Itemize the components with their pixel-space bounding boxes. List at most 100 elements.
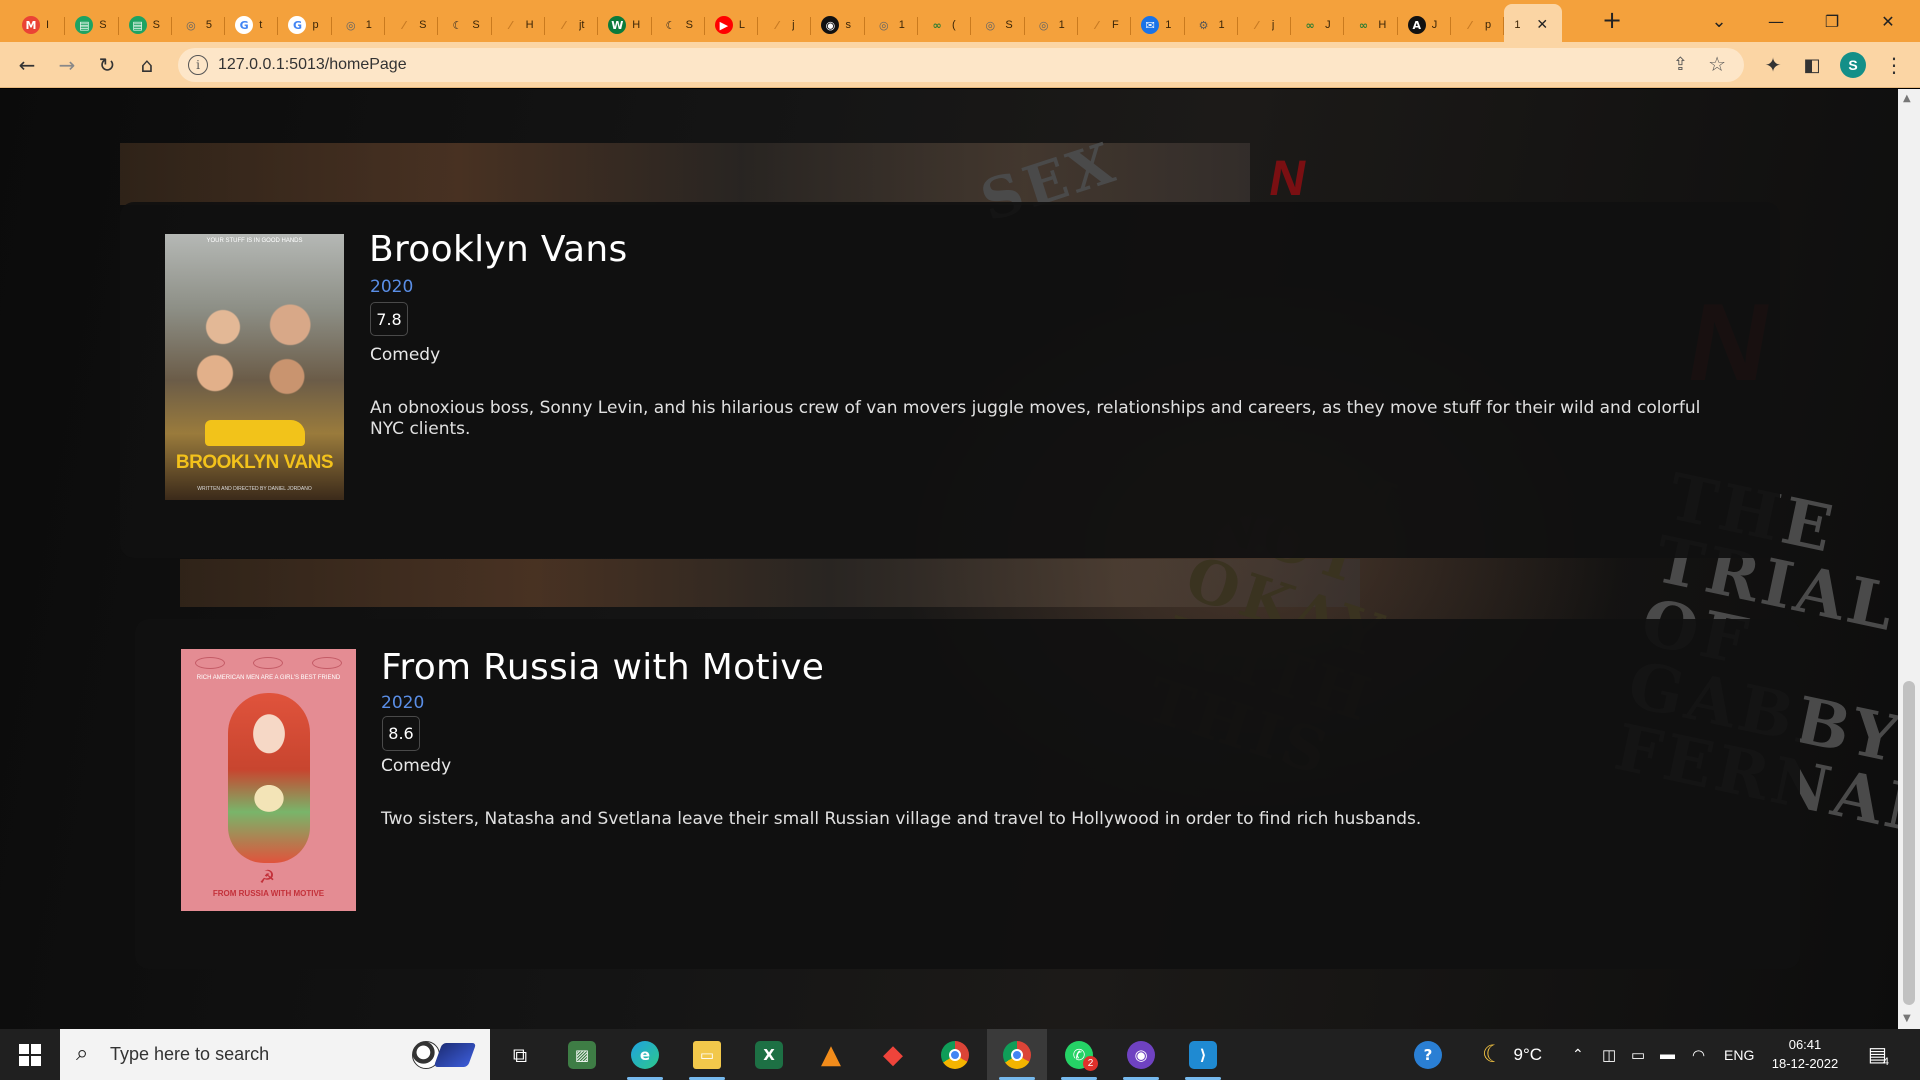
browser-tab[interactable]: ☾ S [438, 8, 492, 42]
url-text[interactable]: 127.0.0.1:5013/homePage [218, 56, 407, 74]
battery-icon[interactable]: ▬ [1660, 1029, 1675, 1080]
browser-tab[interactable]: WH [598, 8, 652, 42]
search-icon: ⌕ [76, 1041, 89, 1066]
language-indicator[interactable]: ENG [1724, 1029, 1754, 1080]
photos-app-icon[interactable]: ▨ [562, 1037, 602, 1073]
edge-icon[interactable]: e [625, 1037, 665, 1073]
tab-title: H [525, 19, 534, 31]
browser-tab[interactable]: ▤ S [65, 8, 119, 42]
reload-icon[interactable]: ↻ [93, 51, 121, 79]
scroll-up-arrow-icon[interactable]: ▲ [1903, 93, 1911, 104]
browser-tab[interactable]: ▶ L [705, 8, 759, 42]
browser-tab[interactable]: ✉ 1 [1131, 8, 1185, 42]
browser-tab[interactable]: ⁄ H [492, 8, 546, 42]
show-hidden-icons[interactable]: ⌃ [1572, 1029, 1584, 1080]
page-scrollbar[interactable]: ▲ ▼ [1898, 89, 1920, 1029]
bookmark-star-icon[interactable]: ☆ [1708, 52, 1726, 76]
browser-tab[interactable]: ⁄ jt [545, 8, 599, 42]
poster-title: FROM RUSSIA WITH MOTIVE [212, 889, 325, 898]
help-icon[interactable]: ? [1408, 1037, 1448, 1073]
vscode-icon[interactable]: ⟩ [1183, 1037, 1223, 1073]
profile-avatar[interactable]: S [1840, 52, 1866, 78]
globe-icon: ◎ [186, 18, 196, 32]
browser-tab[interactable]: ◉ s [811, 8, 866, 42]
browser-tab[interactable]: AJ [1398, 8, 1452, 42]
movie-poster[interactable]: RICH AMERICAN MEN ARE A GIRL'S BEST FRIE… [181, 649, 356, 911]
taskbar-search-box[interactable]: ⌕ Type here to search [60, 1029, 490, 1080]
scroll-down-arrow-icon[interactable]: ▼ [1903, 1013, 1911, 1024]
close-window-button[interactable]: ✕ [1860, 0, 1916, 42]
movie-title: From Russia with Motive [381, 647, 825, 688]
browser-tab[interactable]: ◎ 5 [172, 8, 226, 42]
site-info-icon[interactable]: i [188, 55, 208, 75]
chrome-profile-icon[interactable] [997, 1037, 1037, 1073]
browser-tab[interactable]: MI [12, 8, 66, 42]
poster-tagline: RICH AMERICAN MEN ARE A GIRL'S BEST FRIE… [196, 675, 341, 681]
browser-tab[interactable]: ∞( [918, 8, 972, 42]
movie-genre: Comedy [370, 345, 441, 365]
movie-poster[interactable]: YOUR STUFF IS IN GOOD HANDS BROOKLYN VAN… [165, 234, 344, 500]
restore-button[interactable]: ❐ [1804, 0, 1860, 42]
task-view-icon[interactable]: ⧉ [500, 1037, 540, 1073]
close-tab-icon[interactable]: ✕ [1536, 17, 1548, 33]
back-icon[interactable]: ← [13, 51, 41, 79]
chat-icon: ✉ [1141, 16, 1160, 34]
minimize-button[interactable]: — [1748, 0, 1804, 42]
notifications-icon[interactable]: ▤ 4 [1868, 1029, 1889, 1080]
windows-start-icon[interactable] [10, 1039, 50, 1071]
browser-tab[interactable]: ☾ S [652, 8, 706, 42]
file-explorer-icon[interactable]: ▭ [687, 1037, 727, 1073]
extensions-icon[interactable]: ✦ [1759, 51, 1787, 79]
side-panel-icon[interactable]: ◧ [1798, 51, 1826, 79]
scrollbar-thumb[interactable] [1903, 681, 1915, 1005]
browser-tab[interactable]: ◎ S [971, 8, 1025, 42]
browser-tab[interactable]: Gp [278, 8, 333, 42]
vlc-icon[interactable]: ▲ [811, 1037, 851, 1073]
menu-icon[interactable]: ⋮ [1880, 51, 1908, 79]
github-desktop-icon[interactable]: ◉ [1121, 1037, 1161, 1073]
wifi-icon[interactable]: ◠ [1692, 1029, 1705, 1080]
forward-icon[interactable]: → [53, 51, 81, 79]
weather-widget[interactable]: ☾ 9°C [1482, 1029, 1542, 1080]
moon-icon: ☾ [665, 18, 676, 32]
browser-tab[interactable]: ∞ H [1344, 8, 1399, 42]
browser-tab[interactable]: ⁄ F [1078, 8, 1132, 42]
clock[interactable]: 06:41 18-12-2022 [1760, 1035, 1850, 1073]
browser-tab[interactable]: ∞ J [1291, 8, 1345, 42]
browser-tab[interactable]: ⁄ j [758, 8, 812, 42]
tab-title: F [1111, 19, 1119, 31]
hammer-sickle-icon: ☭ [259, 867, 276, 888]
netflix-logo-icon: N [1265, 150, 1312, 206]
chrome-icon[interactable] [935, 1037, 975, 1073]
active-tab[interactable]: 1 ✕ [1504, 4, 1563, 42]
github-icon: ◉ [821, 16, 840, 34]
tab-title: p [312, 19, 319, 31]
clock-time: 06:41 [1788, 1037, 1822, 1052]
youtube-icon: ▶ [714, 16, 733, 34]
share-icon[interactable]: ⇪ [1673, 54, 1688, 75]
browser-tab[interactable]: ◎ 1 [332, 8, 386, 42]
google-icon: G [235, 16, 254, 34]
meet-now-icon[interactable]: ◫ [1602, 1029, 1616, 1080]
browser-tab[interactable]: ⁄ p [1451, 8, 1505, 42]
anydesk-icon[interactable]: ◆ [873, 1037, 913, 1073]
movie-card[interactable]: RICH AMERICAN MEN ARE A GIRL'S BEST FRIE… [135, 619, 1800, 969]
whatsapp-icon[interactable]: ✆ 2 [1059, 1037, 1099, 1073]
excel-icon[interactable]: X [749, 1037, 789, 1073]
new-tab-button[interactable]: + [1598, 6, 1626, 34]
home-icon[interactable]: ⌂ [133, 51, 161, 79]
display-icon[interactable]: ▭ [1631, 1029, 1645, 1080]
feather-icon: ⁄ [403, 18, 405, 32]
browser-tab[interactable]: ⁄ S [385, 8, 439, 42]
address-bar[interactable]: i 127.0.0.1:5013/homePage ⇪ ☆ [178, 48, 1744, 82]
browser-tab[interactable]: ⁄ j [1238, 8, 1292, 42]
movie-card[interactable]: YOUR STUFF IS IN GOOD HANDS BROOKLYN VAN… [120, 202, 1780, 558]
poster-credit: WRITTEN AND DIRECTED BY DANIEL JORDANO [197, 486, 312, 492]
browser-tab[interactable]: Gt [225, 8, 279, 42]
browser-tab[interactable]: ⚙ 1 [1185, 8, 1239, 42]
tab-title: 1 [1218, 19, 1225, 31]
browser-tab[interactable]: ◎ 1 [1025, 8, 1079, 42]
browser-tab[interactable]: ▤ S [119, 8, 173, 42]
tab-search-icon[interactable]: ⌄ [1691, 0, 1747, 42]
browser-tab[interactable]: ◎ 1 [865, 8, 919, 42]
